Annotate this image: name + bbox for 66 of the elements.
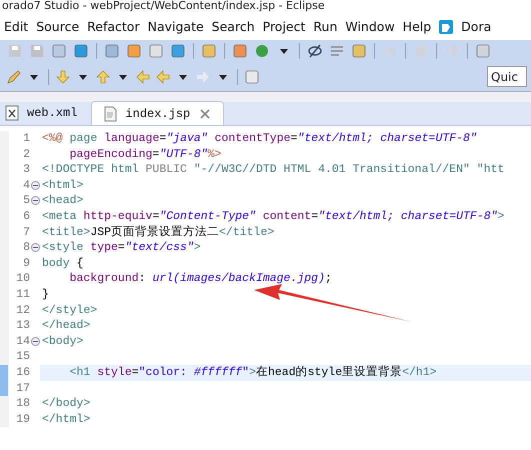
line-number: 3: [22, 162, 30, 178]
menu-item[interactable]: Search: [208, 18, 259, 36]
plugin-logo-icon[interactable]: [438, 19, 454, 35]
line-number: 6: [22, 208, 30, 225]
line-number: 4: [22, 178, 30, 194]
line-number: 12: [15, 302, 30, 318]
close-icon[interactable]: [198, 106, 212, 120]
code-line: </body>: [41, 396, 92, 412]
editor-tab[interactable]: web.xml: [0, 101, 86, 125]
line-number: 2: [22, 146, 30, 162]
line-number: 17: [15, 380, 30, 396]
code-line: <!DOCTYPE html PUBLIC "-//W3C//DTD HTML 4.01 Transitional//EN" "htt: [41, 162, 506, 178]
line-number: 11: [15, 286, 30, 303]
code-line: }: [41, 286, 50, 303]
collapse-icon[interactable]: [31, 196, 40, 206]
line-number: 10: [15, 271, 30, 287]
menu-item[interactable]: Navigate: [144, 18, 208, 36]
line-number: 8: [22, 240, 30, 256]
menu-item[interactable]: Source: [32, 18, 84, 36]
code-line: <%@ page language="java" contentType="text/html; charset=UTF-8": [41, 131, 478, 147]
file-icon: [103, 106, 118, 122]
window-title: orado7 Studio - webProject/WebContent/index.jsp - Eclipse: [1, 0, 326, 14]
line-number: 13: [15, 318, 30, 334]
save-icon[interactable]: [7, 43, 23, 59]
run-icon[interactable]: [254, 43, 270, 59]
pen-icon[interactable]: [6, 68, 22, 84]
code-line: <style type="text/css">: [41, 240, 202, 256]
code-line: body {: [41, 256, 84, 272]
line-number: 7: [22, 224, 30, 240]
window-icon[interactable]: [148, 43, 164, 59]
code-line: </html>: [41, 412, 92, 428]
code-line: <head>: [41, 193, 84, 209]
code-line: <body>: [41, 334, 84, 350]
code-line: </head>: [41, 318, 92, 334]
line-number: 15: [15, 349, 30, 365]
line-number: 5: [22, 193, 30, 209]
code-line: </style>: [41, 302, 98, 318]
save-all-icon[interactable]: [29, 43, 45, 59]
editor-tab[interactable]: index.jsp: [91, 101, 224, 125]
eye-slash-icon[interactable]: [307, 43, 323, 59]
menu-item[interactable]: Help: [398, 18, 436, 36]
menu-item[interactable]: Run: [309, 18, 342, 36]
collapse-icon[interactable]: [31, 336, 40, 346]
code-line: <meta http-equiv="Content-Type" content="text/html; charset=UTF-8">: [41, 208, 506, 225]
square-icon[interactable]: [126, 43, 142, 59]
code-line: <html>: [41, 178, 84, 194]
xml-file-icon: [5, 105, 19, 121]
line-number: 1: [22, 131, 30, 147]
collapse-icon[interactable]: [31, 180, 40, 190]
menu-item[interactable]: Refactor: [83, 18, 144, 36]
menu-item[interactable]: Edit: [0, 18, 32, 36]
line-number: 9: [22, 256, 30, 272]
line-number: 14: [15, 334, 30, 350]
menu-item[interactable]: Dora: [457, 18, 496, 36]
quick-access-field[interactable]: Quic: [487, 66, 527, 87]
line-number: 18: [15, 396, 30, 412]
code-line: <title>JSP页面背景设置方法二</title>: [41, 224, 276, 240]
code-line: pageEncoding="UTF-8"%>: [68, 146, 222, 162]
line-number: 16: [15, 364, 30, 380]
toolbar-icon[interactable]: [475, 43, 491, 59]
collapse-icon[interactable]: [31, 243, 40, 252]
square-icon[interactable]: [170, 43, 186, 59]
menu-item[interactable]: Window: [341, 18, 399, 36]
menu-item[interactable]: Project: [258, 18, 310, 36]
code-line: background: url(images/backImage.jpg);: [68, 271, 333, 287]
line-number: 19: [15, 412, 30, 428]
